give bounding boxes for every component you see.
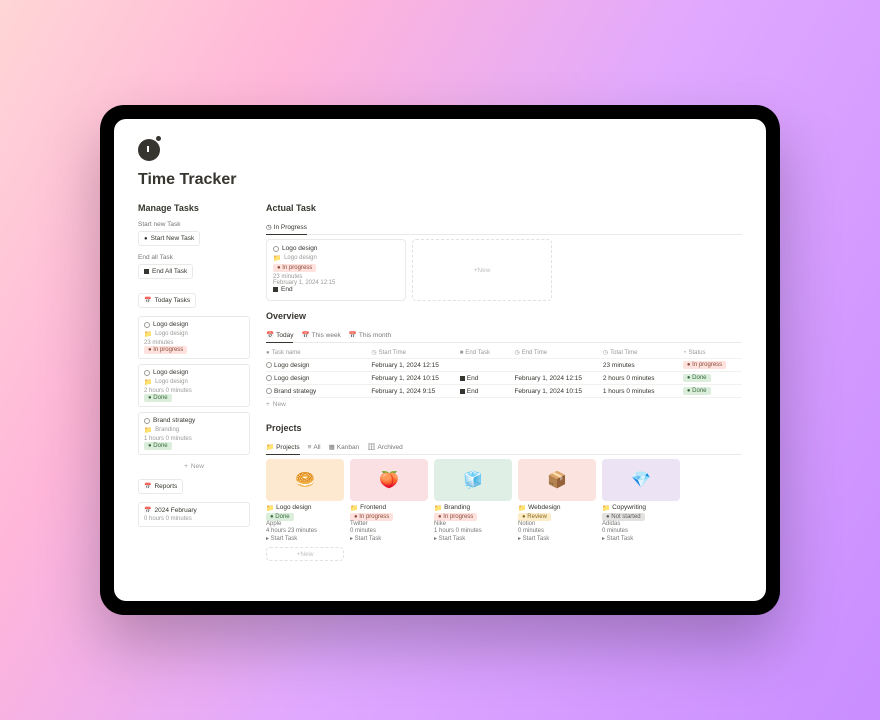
radio-icon — [273, 246, 279, 252]
start-task-link[interactable]: ▸ Start Task — [434, 535, 512, 542]
calendar-icon: 📅 — [349, 331, 357, 339]
project-card[interactable]: 🥯 📁Logo design ● Done Apple 4 hours 23 m… — [266, 459, 344, 543]
status-badge: ● In progress — [144, 346, 187, 354]
reports-header[interactable]: 📅Reports — [138, 479, 183, 494]
sidebar: Manage Tasks Start new Task ●Start New T… — [138, 203, 250, 561]
stopwatch-icon — [138, 139, 160, 161]
status-badge: ● In progress — [683, 361, 726, 369]
folder-icon: 📁 — [144, 378, 152, 386]
table-row[interactable]: Logo design February 1, 2024 10:15 End F… — [266, 372, 742, 385]
actual-new-card[interactable]: + New — [412, 239, 552, 301]
calendar-icon: 📅 — [144, 507, 151, 514]
status-badge: ● Done — [683, 387, 711, 395]
project-card[interactable]: 🍑 📁Frontend ● In progress Twitter 0 minu… — [350, 459, 428, 543]
status-badge: ● Done — [144, 442, 172, 450]
tab-today[interactable]: 📅Today — [266, 329, 293, 343]
sidebar-task-card[interactable]: Logo design 📁Logo design 23 minutes ● In… — [138, 316, 250, 359]
radio-icon — [266, 388, 272, 394]
calendar-icon: 📅 — [301, 331, 309, 339]
app-screen: Time Tracker Manage Tasks Start new Task… — [114, 119, 766, 601]
project-card[interactable]: 📦 📁Webdesign ● Review Notion 0 minutes ▸… — [518, 459, 596, 543]
status-badge: ● Review — [518, 513, 551, 521]
radio-icon — [144, 418, 150, 424]
status-badge: ● Done — [266, 513, 294, 521]
status-badge: ● Done — [144, 394, 172, 402]
status-badge: ● In progress — [350, 513, 393, 521]
folder-icon: 📁 — [602, 504, 610, 512]
col-header: ◷ End Time — [514, 349, 598, 356]
table-row[interactable]: Logo design February 1, 2024 12:15 23 mi… — [266, 359, 742, 372]
actual-heading: Actual Task — [266, 203, 742, 213]
report-card[interactable]: 📅2024 February 0 hours 0 minutes — [138, 502, 250, 527]
tab-in-progress[interactable]: ◷In Progress — [266, 221, 307, 235]
project-cover: 📦 — [518, 459, 596, 501]
folder-icon: 📁 — [434, 504, 442, 512]
radio-icon — [266, 362, 272, 368]
start-task-link[interactable]: ▸ Start Task — [266, 535, 344, 542]
end-task-link[interactable]: End — [273, 286, 399, 293]
sidebar-task-card[interactable]: Brand strategy 📁Branding 1 hours 0 minut… — [138, 412, 250, 455]
status-badge: ● Done — [683, 374, 711, 382]
project-cover: 🧊 — [434, 459, 512, 501]
tab-archived[interactable]: 🗄Archived — [367, 441, 403, 454]
sidebar-new-task[interactable]: + New — [138, 460, 250, 473]
actual-task-card[interactable]: Logo design 📁Logo design ● In progress 2… — [266, 239, 406, 301]
clock-icon: ◷ — [266, 223, 272, 231]
col-header: ◷ Start Time — [371, 349, 455, 356]
manage-heading: Manage Tasks — [138, 203, 250, 213]
today-tasks-header[interactable]: 📅Today Tasks — [138, 293, 196, 308]
col-header: ◷ Total Time — [603, 349, 679, 356]
col-header: ● Task name — [266, 349, 367, 356]
project-cover: 🍑 — [350, 459, 428, 501]
folder-icon: 📁 — [273, 254, 281, 262]
play-icon: ● — [144, 236, 148, 242]
stop-icon — [460, 376, 465, 381]
projects-new-card[interactable]: + New — [266, 547, 344, 561]
folder-icon: 📁 — [144, 330, 152, 338]
folder-icon: 📁 — [266, 504, 274, 512]
start-task-link[interactable]: ▸ Start Task — [518, 535, 596, 542]
tab-projects[interactable]: 📁Projects — [266, 441, 300, 455]
project-card[interactable]: 🧊 📁Branding ● In progress Nike 1 hours 0… — [434, 459, 512, 543]
project-cover: 💎 — [602, 459, 680, 501]
end-all-label: End all Task — [138, 254, 250, 261]
table-row[interactable]: Brand strategy February 1, 2024 9:15 End… — [266, 385, 742, 398]
status-badge: ● Not started — [602, 513, 645, 521]
tab-this-week[interactable]: 📅This week — [301, 329, 340, 342]
radio-icon — [144, 322, 150, 328]
main-content: Actual Task ◷In Progress Logo design 📁Lo… — [266, 203, 742, 561]
overview-table: ● Task name ◷ Start Time ■ End Task◷ End T… — [266, 347, 742, 411]
project-card[interactable]: 💎 📁Copywriting ● Not started Adidas 0 mi… — [602, 459, 680, 543]
end-all-task-button[interactable]: End All Task — [138, 264, 193, 279]
folder-icon: 📁 — [144, 426, 152, 434]
folder-icon: 📁 — [350, 504, 358, 512]
overview-heading: Overview — [266, 311, 742, 321]
status-badge: ● In progress — [273, 264, 316, 272]
tablet-frame: Time Tracker Manage Tasks Start new Task… — [100, 105, 780, 615]
overview-new-row[interactable]: + New — [266, 398, 742, 411]
status-badge: ● In progress — [434, 513, 477, 521]
tab-this-month[interactable]: 📅This month — [349, 329, 391, 342]
col-header: ■ End Task — [460, 349, 511, 356]
start-task-link[interactable]: ▸ Start Task — [350, 535, 428, 542]
folder-icon: 📁 — [518, 504, 526, 512]
stop-icon — [144, 269, 149, 274]
calendar-icon: 📅 — [266, 331, 274, 339]
radio-icon — [266, 375, 272, 381]
radio-icon — [144, 370, 150, 376]
tab-all[interactable]: ≡All — [308, 441, 321, 454]
sidebar-task-card[interactable]: Logo design 📁Logo design 2 hours 0 minut… — [138, 364, 250, 407]
stop-icon — [460, 389, 465, 394]
project-cover: 🥯 — [266, 459, 344, 501]
stop-icon — [273, 287, 278, 292]
start-task-link[interactable]: ▸ Start Task — [602, 535, 680, 542]
page-title: Time Tracker — [138, 171, 742, 189]
tab-kanban[interactable]: ▦Kanban — [329, 441, 360, 454]
col-header: ◔ Status — [683, 349, 742, 356]
start-new-task-button[interactable]: ●Start New Task — [138, 231, 200, 246]
calendar-icon: 📅 — [144, 483, 151, 490]
projects-heading: Projects — [266, 423, 742, 433]
calendar-icon: 📅 — [144, 297, 151, 304]
start-new-label: Start new Task — [138, 221, 250, 228]
